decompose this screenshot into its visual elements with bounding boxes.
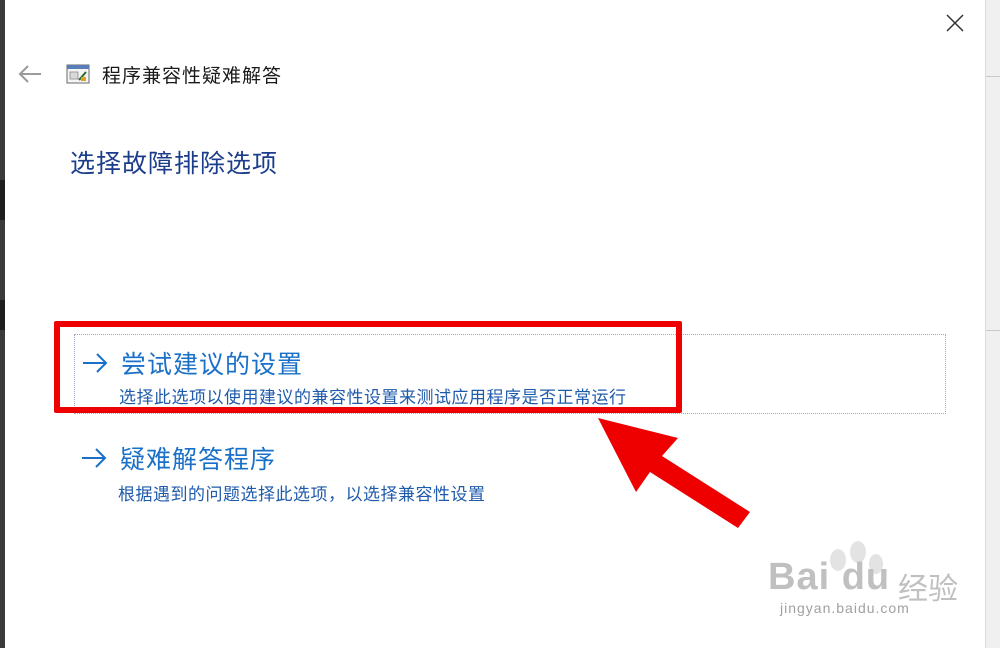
right-arrow-icon [82, 448, 107, 468]
option-description: 选择此选项以使用建议的兼容性设置来测试应用程序是否正常运行 [119, 388, 627, 408]
watermark-brand: Bai du [768, 556, 891, 598]
watermark-url: jingyan.baidu.com [780, 600, 910, 616]
window-title-bar: 程序兼容性疑难解答 [66, 60, 282, 88]
back-button[interactable] [14, 58, 46, 90]
option-description: 根据遇到的问题选择此选项，以选择兼容性设置 [118, 485, 486, 505]
option-title: 尝试建议的设置 [121, 350, 304, 379]
right-arrow-icon [83, 353, 108, 373]
background-window-edge-right [985, 0, 1000, 648]
troubleshooter-window: 程序兼容性疑难解答 选择故障排除选项 尝试建议的设置 选择此选项以使用建议的兼容… [0, 0, 1000, 648]
option-title: 疑难解答程序 [120, 445, 277, 474]
background-window-edge [0, 0, 5, 648]
page-heading: 选择故障排除选项 [70, 149, 279, 178]
option-try-recommended-settings[interactable]: 尝试建议的设置 选择此选项以使用建议的兼容性设置来测试应用程序是否正常运行 [74, 334, 946, 414]
back-arrow-icon [18, 65, 41, 83]
window-title: 程序兼容性疑难解答 [102, 64, 283, 87]
close-icon [946, 14, 964, 32]
close-button[interactable] [932, 4, 978, 42]
option-troubleshoot-program[interactable]: 疑难解答程序 根据遇到的问题选择此选项，以选择兼容性设置 [74, 430, 946, 510]
compatibility-troubleshooter-icon [66, 64, 90, 84]
